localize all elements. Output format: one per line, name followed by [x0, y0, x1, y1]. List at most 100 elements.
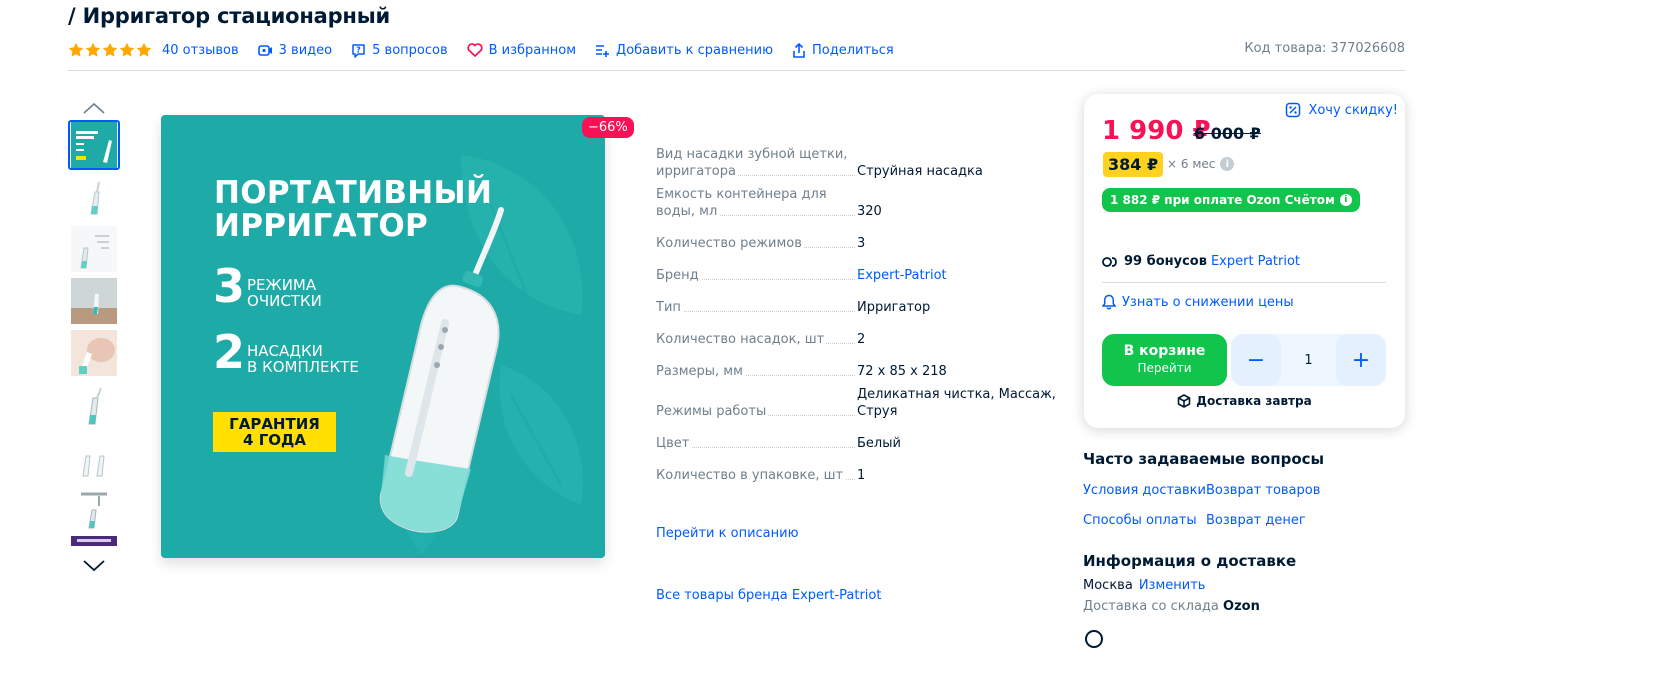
- irrigator-thumb-image: [90, 181, 100, 215]
- faq-refund-link[interactable]: Возврат денег: [1206, 513, 1306, 528]
- spec-value: Деликатная чистка, Массаж, Струя: [857, 387, 1056, 419]
- ozon-account-price[interactable]: 1 882 ₽ при оплате Ozon Счётом i: [1102, 188, 1360, 212]
- spec-label: Количество насадок, шт: [656, 331, 857, 348]
- favorite-label: В избранном: [488, 42, 577, 58]
- in-cart-button[interactable]: В корзине Перейти: [1102, 334, 1227, 386]
- thumbnail-9[interactable]: [68, 536, 120, 546]
- irrigator-illustration: [379, 207, 504, 533]
- box-icon: [1177, 394, 1191, 408]
- spec-row: Количество режимов 3: [656, 226, 1066, 258]
- quantity-stepper: − 1 +: [1231, 334, 1386, 386]
- promo-nozzles-number: 2: [213, 325, 246, 379]
- thumbnail-3[interactable]: [68, 224, 120, 274]
- spec-row: Бренд Expert-Patriot: [656, 258, 1066, 290]
- spec-label: Емкость контейнера для воды, мл: [656, 186, 857, 220]
- spec-label-text: Цвет: [656, 436, 692, 451]
- spec-value-link[interactable]: Expert-Patriot: [857, 267, 1066, 284]
- thumbnail-2[interactable]: [68, 172, 120, 222]
- water-thumb-image: [71, 486, 117, 532]
- warehouse-name: Ozon: [1223, 599, 1260, 614]
- questions-link[interactable]: ? 5 вопросов: [351, 43, 448, 58]
- thumbnail-6[interactable]: [68, 380, 120, 430]
- bonus-info: 99 бонусов Expert Patriot: [1102, 254, 1300, 269]
- bell-icon: [1102, 294, 1116, 310]
- reviews-link[interactable]: 40 отзывов: [162, 43, 239, 58]
- change-city-link[interactable]: Изменить: [1139, 578, 1206, 593]
- product-meta-row: 40 отзывов 3 видео ? 5 вопросов В избран…: [68, 40, 913, 60]
- thumbnail-4[interactable]: [68, 276, 120, 326]
- header-divider: [68, 70, 1405, 71]
- compare-button[interactable]: Добавить к сравнению: [595, 43, 773, 58]
- promo-thumb-image: [71, 122, 117, 168]
- star-icon: [119, 42, 135, 57]
- increase-quantity-button[interactable]: +: [1336, 334, 1386, 386]
- video-icon: [257, 44, 272, 56]
- faq-payment-methods-link[interactable]: Способы оплаты: [1083, 513, 1197, 528]
- share-button[interactable]: Поделиться: [792, 42, 894, 58]
- spec-row: Цвет Белый: [656, 426, 1066, 458]
- quantity-value[interactable]: 1: [1304, 353, 1312, 368]
- decrease-quantity-button[interactable]: −: [1231, 334, 1281, 386]
- kit-thumb-image: [71, 226, 117, 272]
- clock-icon: [1085, 630, 1103, 648]
- discount-badge: −66%: [582, 117, 634, 138]
- delivery-tomorrow-label: Доставка завтра: [1196, 394, 1312, 408]
- spec-row: Емкость контейнера для воды, мл 320: [656, 186, 1066, 226]
- info-icon[interactable]: i: [1220, 157, 1235, 171]
- favorite-button[interactable]: В избранном: [466, 42, 577, 58]
- spec-row: Режимы работы Деликатная чистка, Массаж, …: [656, 386, 1066, 426]
- questions-label: 5 вопросов: [372, 42, 448, 58]
- all-brand-products-link[interactable]: Все товары бренда Expert-Patriot: [656, 588, 881, 603]
- info-thumb-image: [71, 536, 117, 546]
- chevron-down-icon: [83, 560, 105, 572]
- thumbnail-5[interactable]: [68, 328, 120, 378]
- card-divider: [1102, 282, 1386, 283]
- thumbnail-7[interactable]: [68, 432, 120, 482]
- installment-term-label: × 6 мес: [1167, 157, 1216, 171]
- delivery-city-name: Москва: [1083, 578, 1133, 593]
- compare-icon: [596, 44, 610, 57]
- bonus-seller-link[interactable]: Expert Patriot: [1211, 254, 1300, 269]
- spec-row: Количество в упаковке, шт 1: [656, 458, 1066, 490]
- ozon-account-price-label: 1 882 ₽ при оплате Ozon Счётом: [1110, 193, 1335, 207]
- spec-value: 1: [857, 468, 866, 483]
- heart-icon: [466, 43, 483, 57]
- spec-label: Вид насадки зубной щетки, ирригатора: [656, 146, 857, 180]
- promo-guarantee-line-1: ГАРАНТИЯ: [229, 415, 320, 433]
- thumbs-up-button[interactable]: [80, 99, 108, 117]
- want-discount-button[interactable]: Хочу скидку!: [1285, 102, 1398, 118]
- delivery-warehouse: Доставка со склада Ozon: [1083, 599, 1260, 614]
- warehouse-prefix: Доставка со склада: [1083, 599, 1219, 614]
- spec-label-text: Бренд: [656, 268, 701, 283]
- videos-link[interactable]: 3 видео: [257, 42, 333, 58]
- promo-modes-text-1: РЕЖИМА: [247, 276, 317, 294]
- spec-value: 3: [857, 236, 866, 251]
- thumbnail-1[interactable]: [68, 120, 120, 170]
- spec-label: Бренд: [656, 267, 857, 284]
- faq-title: Часто задаваемые вопросы: [1083, 450, 1325, 468]
- promo-modes-number: 3: [213, 259, 246, 313]
- star-icon: [85, 42, 101, 57]
- promo-modes-text: РЕЖИМА ОЧИСТКИ: [247, 277, 322, 309]
- star-icon: [68, 42, 84, 57]
- main-product-image[interactable]: ПОРТАТИВНЫЙ ИРРИГАТОР 3 РЕЖИМА ОЧИСТКИ 2…: [161, 115, 605, 558]
- price-card: Хочу скидку! 1 990 ₽ 6 000 ₽ 384 ₽ × 6 м…: [1084, 94, 1405, 428]
- installment-price[interactable]: 384 ₽: [1103, 152, 1164, 177]
- spec-value: 320: [857, 204, 882, 219]
- faq-returns-link[interactable]: Возврат товаров: [1206, 483, 1320, 498]
- price-drop-notify-link[interactable]: Узнать о снижении цены: [1102, 294, 1294, 310]
- promo-guarantee: ГАРАНТИЯ 4 ГОДА: [213, 412, 336, 452]
- spec-label: Режимы работы: [656, 403, 857, 420]
- rating-stars[interactable]: [68, 42, 152, 58]
- thumbnail-8[interactable]: [68, 484, 120, 534]
- spec-value: 72 x 85 x 218: [857, 364, 947, 379]
- compare-label: Добавить к сравнению: [616, 42, 774, 58]
- installment-term: × 6 мес i: [1167, 157, 1235, 171]
- faq-delivery-terms-link[interactable]: Условия доставки: [1083, 483, 1206, 498]
- question-icon: ?: [352, 43, 365, 58]
- share-label: Поделиться: [812, 42, 894, 58]
- specs-list: Вид насадки зубной щетки, ирригатора Стру…: [656, 146, 1066, 490]
- go-to-description-link[interactable]: Перейти к описанию: [656, 526, 799, 541]
- thumbs-down-button[interactable]: [80, 557, 108, 575]
- videos-label: 3 видео: [278, 42, 333, 58]
